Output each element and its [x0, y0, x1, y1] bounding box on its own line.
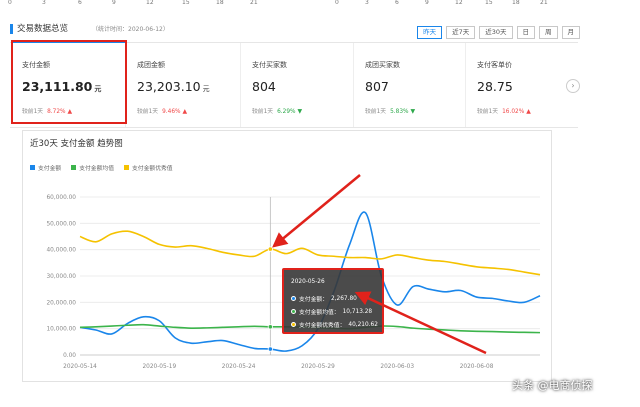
- hover-point: [267, 346, 273, 352]
- tooltip-label: 支付金额：: [299, 297, 328, 303]
- tooltip-value: 40,210.62: [348, 321, 378, 328]
- x-tick-label: 2020-05-14: [63, 364, 97, 370]
- tooltip-label: 支付金额均值：: [299, 310, 340, 316]
- trend-chart: 0.00 10,000.00 20,000.00 30,000.00 40,000.00…: [46, 195, 541, 370]
- hover-point: [267, 246, 273, 252]
- y-tick-label: 40,000.00: [46, 248, 76, 254]
- tooltip-label: 支付金额优秀值：: [299, 323, 346, 329]
- tooltip-row: 支付金额优秀值： 40,210.62: [291, 320, 378, 329]
- y-tick-label: 10,000.00: [46, 327, 76, 333]
- tooltip-row: 支付金额： 2,267.80: [291, 294, 357, 303]
- y-tick-label: 30,000.00: [46, 274, 76, 280]
- x-tick-label: 2020-05-24: [222, 364, 256, 370]
- tooltip-date: 2020-05-26: [291, 279, 325, 285]
- tooltip-dot: [291, 322, 296, 327]
- tooltip-row: 支付金额均值： 10,713.28: [291, 307, 372, 316]
- y-tick-label: 50,000.00: [46, 221, 76, 227]
- tooltip-dot: [291, 309, 296, 314]
- y-tick-label: 0.00: [63, 353, 76, 359]
- x-tick-label: 2020-06-03: [380, 364, 414, 370]
- y-tick-label: 20,000.00: [46, 300, 76, 306]
- x-tick-label: 2020-05-19: [142, 364, 176, 370]
- x-tick-label: 2020-05-29: [301, 364, 335, 370]
- tooltip-value: 10,713.28: [342, 308, 373, 315]
- x-tick-label: 2020-06-08: [460, 364, 494, 370]
- watermark: 头条 @电商侦探: [512, 379, 593, 392]
- y-tick-label: 60,000.00: [46, 195, 76, 201]
- tooltip-value: 2,267.80: [331, 295, 357, 302]
- tooltip-dot: [291, 296, 296, 301]
- chart-tooltip: 2020-05-26 支付金额： 2,267.80 支付金额均值： 10,713.2…: [282, 268, 384, 334]
- hover-point: [267, 324, 273, 330]
